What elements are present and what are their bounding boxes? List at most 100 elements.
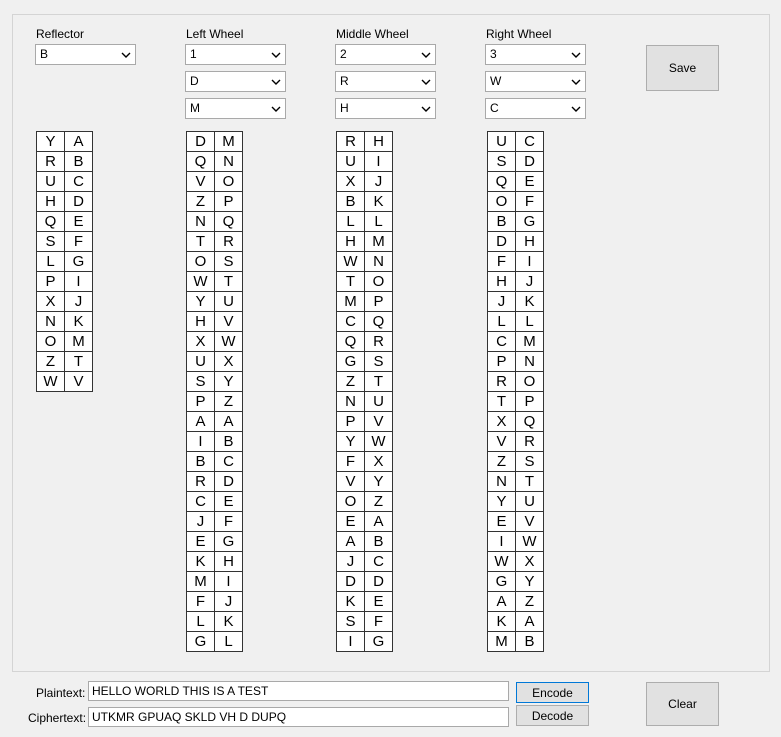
mapping-output-letter: K — [64, 311, 93, 332]
table-row: FI — [487, 251, 544, 272]
table-row: EA — [336, 511, 393, 532]
left-wheel-position-value: D — [190, 74, 199, 88]
mapping-output-letter: H — [214, 551, 243, 572]
chevron-down-icon — [571, 106, 581, 112]
mapping-output-letter: Z — [364, 491, 393, 512]
decode-button[interactable]: Decode — [516, 705, 589, 726]
mapping-output-letter: W — [214, 331, 243, 352]
reflector-select[interactable]: B — [35, 44, 136, 65]
table-row: RD — [186, 471, 243, 492]
left-wheel-rotor-select[interactable]: 1 — [185, 44, 286, 65]
mapping-output-letter: V — [64, 371, 93, 392]
table-row: ZT — [36, 351, 93, 372]
table-row: SF — [336, 611, 393, 632]
mapping-input-letter: Z — [36, 351, 65, 372]
ciphertext-input[interactable]: UTKMR GPUAQ SKLD VH D DUPQ — [88, 707, 509, 727]
clear-button[interactable]: Clear — [646, 682, 719, 726]
mapping-output-letter: R — [515, 431, 544, 452]
chevron-down-icon — [271, 106, 281, 112]
plaintext-input[interactable]: HELLO WORLD THIS IS A TEST — [88, 681, 509, 701]
table-row: LL — [487, 311, 544, 332]
table-row: GL — [186, 631, 243, 652]
mapping-input-letter: X — [36, 291, 65, 312]
mapping-output-letter: F — [364, 611, 393, 632]
mapping-input-letter: H — [186, 311, 215, 332]
left-wheel-position-select[interactable]: D — [185, 71, 286, 92]
table-row: HV — [186, 311, 243, 332]
table-row: HM — [336, 231, 393, 252]
right-wheel-ring-select[interactable]: C — [485, 98, 586, 119]
mapping-output-letter: X — [515, 551, 544, 572]
table-row: NU — [336, 391, 393, 412]
mapping-input-letter: V — [186, 171, 215, 192]
middle-wheel-rotor-select[interactable]: 2 — [335, 44, 436, 65]
table-row: NQ — [186, 211, 243, 232]
middle-wheel-mapping-table: RHUIXJBKLLHMWNTOMPCQQRGSZTNUPVYWFXVYOZEA… — [336, 131, 393, 652]
mapping-input-letter: T — [186, 231, 215, 252]
table-row: LL — [336, 211, 393, 232]
mapping-input-letter: E — [336, 511, 365, 532]
middle-wheel-position-select[interactable]: R — [335, 71, 436, 92]
mapping-output-letter: X — [364, 451, 393, 472]
mapping-output-letter: E — [515, 171, 544, 192]
mapping-input-letter: B — [336, 191, 365, 212]
mapping-output-letter: V — [214, 311, 243, 332]
mapping-input-letter: S — [186, 371, 215, 392]
chevron-down-icon — [121, 52, 131, 58]
table-row: NT — [487, 471, 544, 492]
mapping-input-letter: Q — [186, 151, 215, 172]
mapping-output-letter: I — [515, 251, 544, 272]
table-row: SD — [487, 151, 544, 172]
mapping-output-letter: U — [364, 391, 393, 412]
mapping-input-letter: Z — [336, 371, 365, 392]
mapping-output-letter: J — [214, 591, 243, 612]
chevron-down-icon — [421, 106, 431, 112]
right-wheel-mapping-table: UCSDQEOFBGDHFIHJJKLLCMPNROTPXQVRZSNTYUEV… — [487, 131, 544, 652]
mapping-input-letter: D — [336, 571, 365, 592]
mapping-output-letter: T — [64, 351, 93, 372]
mapping-input-letter: Y — [186, 291, 215, 312]
mapping-output-letter: J — [64, 291, 93, 312]
mapping-output-letter: K — [515, 291, 544, 312]
mapping-input-letter: M — [487, 631, 516, 652]
middle-wheel-ring-value: H — [340, 101, 349, 115]
middle-wheel-position-value: R — [340, 74, 349, 88]
reflector-mapping-table: YARBUCHDQESFLGPIXJNKOMZTWV — [36, 131, 93, 392]
save-button[interactable]: Save — [646, 45, 719, 91]
mapping-input-letter: T — [336, 271, 365, 292]
mapping-output-letter: G — [214, 531, 243, 552]
mapping-output-letter: I — [214, 571, 243, 592]
right-wheel-position-select[interactable]: W — [485, 71, 586, 92]
mapping-input-letter: K — [487, 611, 516, 632]
mapping-output-letter: A — [214, 411, 243, 432]
encode-button[interactable]: Encode — [516, 682, 589, 703]
table-row: OS — [186, 251, 243, 272]
mapping-input-letter: M — [336, 291, 365, 312]
mapping-input-letter: N — [186, 211, 215, 232]
middle-wheel-label: Middle Wheel — [336, 27, 409, 41]
mapping-output-letter: O — [364, 271, 393, 292]
mapping-input-letter: F — [336, 451, 365, 472]
mapping-output-letter: A — [364, 511, 393, 532]
table-row: AZ — [487, 591, 544, 612]
mapping-output-letter: G — [515, 211, 544, 232]
right-wheel-rotor-select[interactable]: 3 — [485, 44, 586, 65]
mapping-output-letter: K — [214, 611, 243, 632]
mapping-input-letter: C — [186, 491, 215, 512]
mapping-input-letter: R — [487, 371, 516, 392]
left-wheel-ring-value: M — [190, 101, 200, 115]
mapping-output-letter: D — [214, 471, 243, 492]
middle-wheel-ring-select[interactable]: H — [335, 98, 436, 119]
mapping-output-letter: L — [515, 311, 544, 332]
table-row: PN — [487, 351, 544, 372]
mapping-output-letter: B — [515, 631, 544, 652]
table-row: BG — [487, 211, 544, 232]
mapping-output-letter: Y — [515, 571, 544, 592]
table-row: GY — [487, 571, 544, 592]
mapping-input-letter: Z — [186, 191, 215, 212]
table-row: WX — [487, 551, 544, 572]
left-wheel-ring-select[interactable]: M — [185, 98, 286, 119]
mapping-output-letter: D — [64, 191, 93, 212]
mapping-output-letter: P — [214, 191, 243, 212]
mapping-input-letter: L — [186, 611, 215, 632]
